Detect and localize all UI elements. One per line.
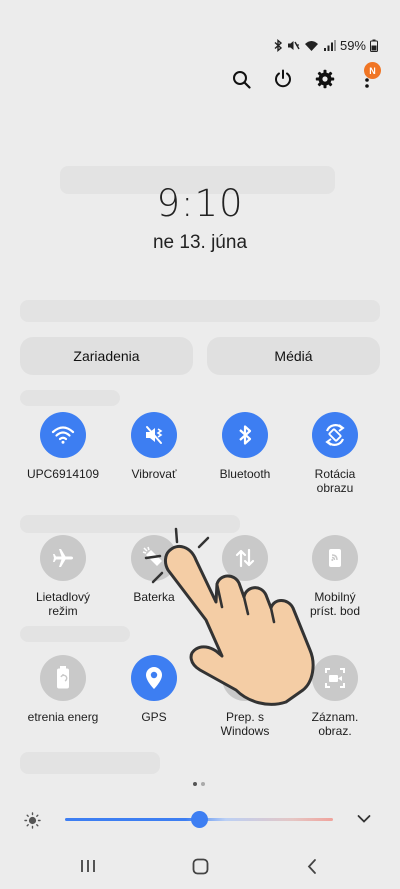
- blurred-background: [20, 390, 120, 406]
- status-bar: 59%: [273, 36, 378, 54]
- tile-screen-recorder[interactable]: Záznam. obraz.: [289, 655, 381, 738]
- tile-location[interactable]: GPS: [108, 655, 200, 724]
- more-options-button[interactable]: N: [356, 62, 381, 92]
- brightness-icon: [24, 812, 41, 829]
- tile-label: UPC6914109: [26, 467, 100, 481]
- tile-rotation-toggle[interactable]: [312, 412, 358, 458]
- page-indicator: [193, 782, 205, 786]
- home-button[interactable]: [180, 855, 220, 877]
- tile-bluetooth[interactable]: Bluetooth: [199, 412, 291, 481]
- rotate-icon: [325, 424, 345, 446]
- tile-flashlight[interactable]: Baterka: [108, 535, 200, 604]
- tile-flashlight-toggle[interactable]: [131, 535, 177, 581]
- bluetooth-status-icon: [273, 38, 283, 52]
- settings-button[interactable]: [314, 66, 336, 92]
- brightness-slider[interactable]: [65, 811, 333, 828]
- tile-label: Mobilný príst. bod: [309, 590, 361, 618]
- tile-hotspot-toggle[interactable]: [312, 535, 358, 581]
- vibrate-icon: [146, 426, 163, 444]
- blurred-background: [20, 515, 240, 533]
- tile-screen-recorder-toggle[interactable]: [312, 655, 358, 701]
- screen-recorder-icon: [325, 668, 345, 688]
- tile-power-saving[interactable]: etrenia energ: [17, 655, 109, 724]
- page-dot-active: [193, 782, 197, 786]
- airplane-icon: [53, 549, 73, 567]
- tile-wifi-toggle[interactable]: [40, 412, 86, 458]
- media-button[interactable]: Médiá: [207, 337, 380, 375]
- back-button[interactable]: [292, 855, 332, 877]
- tile-bluetooth-toggle[interactable]: [222, 412, 268, 458]
- tile-vibrate-toggle[interactable]: [131, 412, 177, 458]
- tile-link-windows[interactable]: Prep. s Windows: [199, 655, 291, 738]
- battery-percent: 59%: [339, 37, 366, 53]
- tile-label: etrenia energ: [27, 710, 99, 724]
- flashlight-icon: [142, 546, 162, 566]
- tile-airplane[interactable]: Lietadlový režim: [17, 535, 109, 618]
- back-icon: [307, 858, 316, 874]
- gear-icon: [315, 69, 335, 89]
- tile-label: GPS: [141, 710, 167, 724]
- mobile-data-icon: [235, 548, 255, 568]
- tile-hotspot[interactable]: Mobilný príst. bod: [289, 535, 381, 618]
- mute-status-icon: [287, 39, 300, 52]
- tile-wifi[interactable]: UPC6914109: [17, 412, 109, 481]
- tile-label: Lietadlový režim: [35, 590, 91, 618]
- battery-icon: [370, 39, 378, 52]
- tile-mobile-data[interactable]: [199, 535, 291, 590]
- blurred-background: [20, 300, 380, 322]
- power-icon: [275, 69, 291, 88]
- tile-label: Záznam. obraz.: [311, 710, 359, 738]
- tile-location-toggle[interactable]: [131, 655, 177, 701]
- brightness-slider-thumb[interactable]: [190, 811, 208, 828]
- tile-power-saving-toggle[interactable]: [40, 655, 86, 701]
- recent-apps-icon: [81, 860, 95, 872]
- power-button[interactable]: [272, 66, 294, 92]
- tile-label: Bluetooth: [219, 467, 271, 481]
- tile-rotation[interactable]: Rotácia obrazu: [289, 412, 381, 495]
- location-icon: [146, 667, 162, 689]
- hotspot-icon: [329, 549, 341, 567]
- tile-label: Rotácia obrazu: [314, 467, 356, 495]
- search-button[interactable]: [230, 66, 252, 92]
- quick-panel-actions: N: [230, 62, 381, 92]
- tile-vibrate[interactable]: Vibrovať: [108, 412, 200, 481]
- blurred-background: [20, 626, 130, 642]
- blurred-background: [20, 752, 160, 774]
- navigation-bar: [0, 850, 400, 880]
- link-windows-icon: [236, 670, 254, 686]
- wifi-icon: [51, 426, 75, 444]
- signal-status-icon: [323, 39, 336, 52]
- page-dot: [201, 782, 205, 786]
- tile-mobile-data-toggle[interactable]: [222, 535, 268, 581]
- tile-label: Vibrovať: [131, 467, 177, 481]
- search-icon: [232, 70, 251, 89]
- devices-button[interactable]: Zariadenia: [20, 337, 193, 375]
- recent-apps-button[interactable]: [68, 855, 108, 877]
- tile-label: Baterka: [133, 590, 175, 604]
- wifi-status-icon: [304, 39, 319, 52]
- notification-badge: N: [364, 62, 381, 79]
- home-icon: [192, 858, 208, 874]
- chevron-down-icon[interactable]: [357, 814, 371, 824]
- tile-link-windows-toggle[interactable]: [222, 655, 268, 701]
- tile-label: Prep. s Windows: [220, 710, 270, 738]
- clock-time: 9:10: [156, 182, 244, 225]
- clock-date: ne 13. júna: [152, 232, 248, 253]
- brightness-control: [20, 808, 382, 832]
- power-saving-icon: [57, 666, 69, 689]
- bluetooth-icon: [239, 425, 252, 445]
- tile-airplane-toggle[interactable]: [40, 535, 86, 581]
